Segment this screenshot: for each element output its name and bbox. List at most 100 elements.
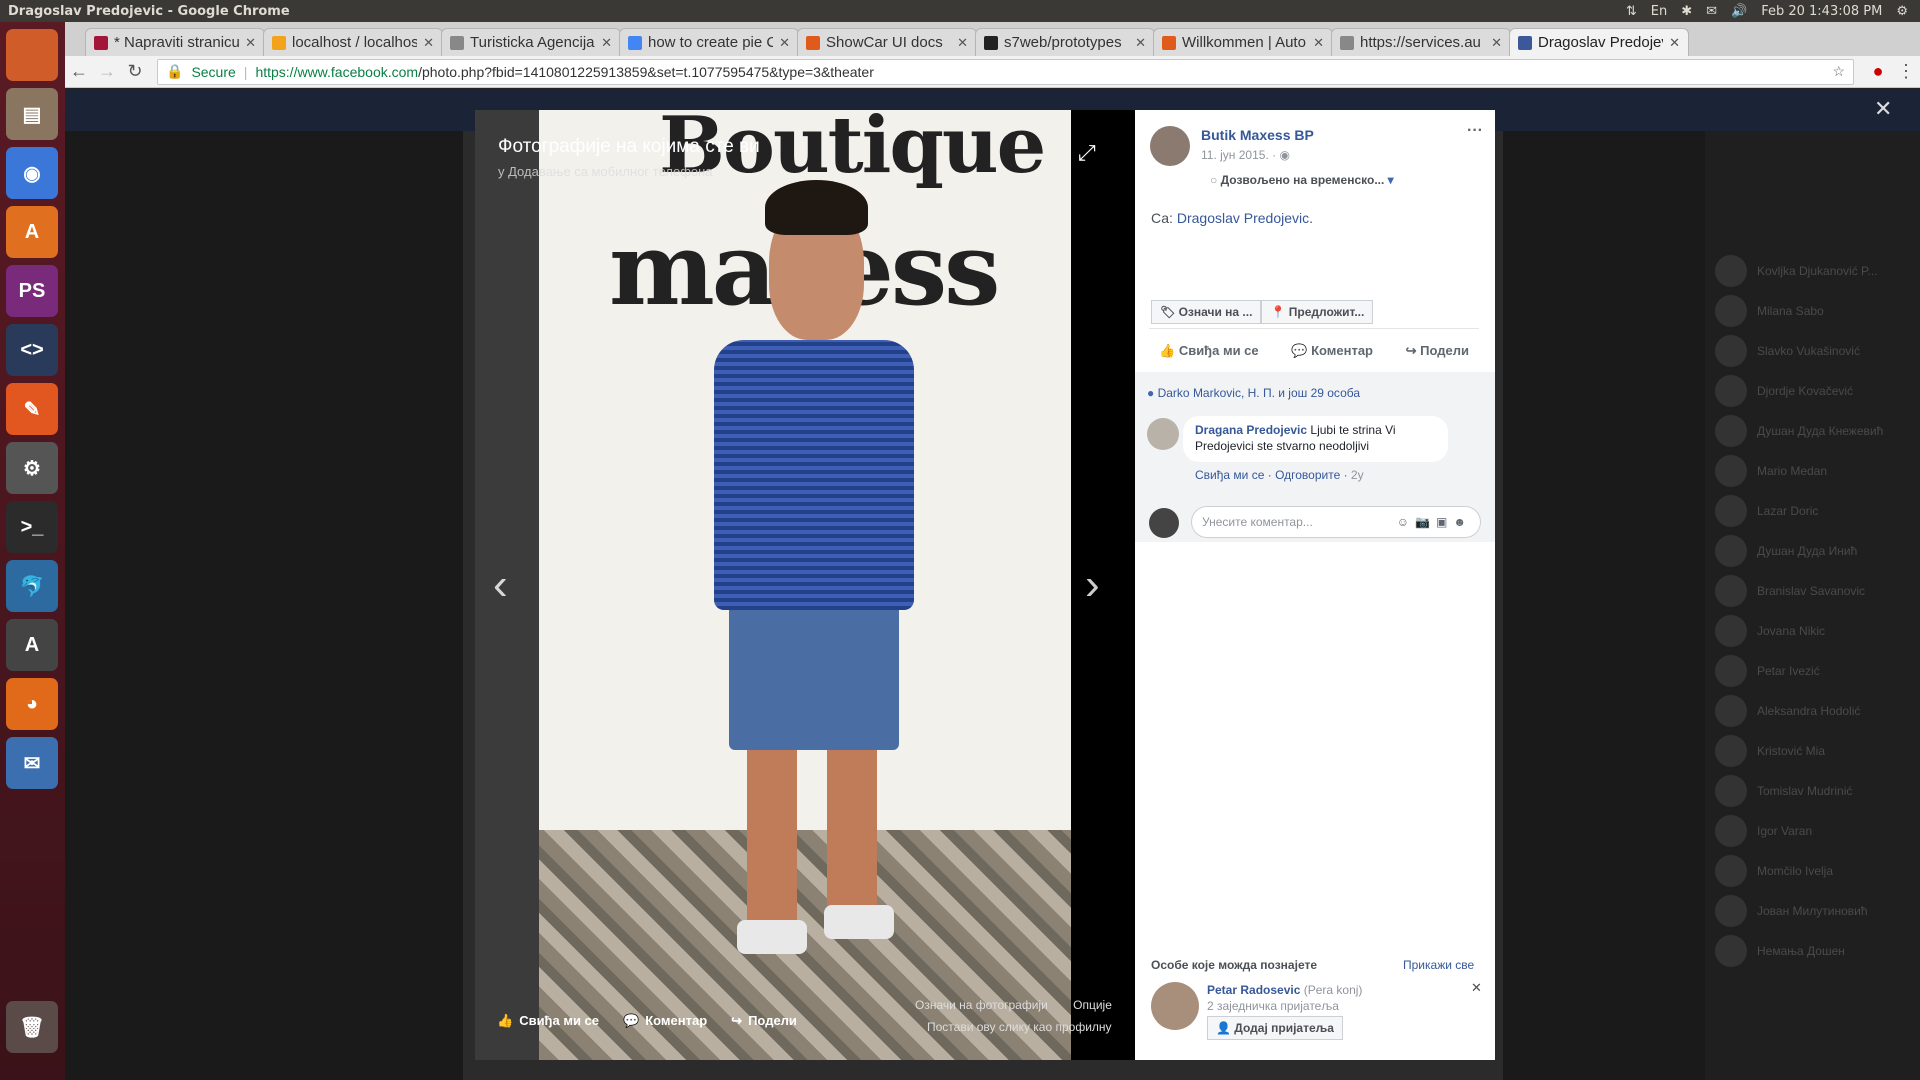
browser-tab[interactable]: localhost / localhost ✕ (263, 28, 443, 56)
thunderbird-icon[interactable]: ✉ (6, 737, 58, 789)
share-button[interactable]: ↪ Подели (1406, 343, 1469, 359)
tab-close-icon[interactable]: ✕ (1669, 35, 1680, 51)
star-icon[interactable]: ☆ (1832, 63, 1853, 80)
contact-item[interactable]: Branislav Savanovic (1705, 571, 1920, 611)
contact-item[interactable]: Petar Ivezić (1705, 651, 1920, 691)
firefox-icon[interactable]: ◕ (6, 678, 58, 730)
browser-tab[interactable]: * Napraviti stranicu ✕ (85, 28, 265, 56)
workbench-icon[interactable]: 🐬 (6, 560, 58, 612)
power-icon[interactable]: ⚙ (1896, 4, 1908, 19)
mutual-friends-count[interactable]: 2 заједничка пријатеља (1207, 999, 1339, 1013)
network-icon[interactable]: ⇅ (1626, 4, 1637, 19)
contact-item[interactable]: Milana Sabo (1705, 291, 1920, 331)
sticker-icon[interactable]: ☻ (1453, 515, 1472, 529)
prev-photo-icon[interactable]: ‹ (493, 560, 508, 610)
tag-photo-link[interactable]: Означи на фотографији (915, 998, 1048, 1012)
contact-item[interactable]: Немања Дошен (1705, 931, 1920, 971)
contact-item[interactable]: Душан Дуда Инић (1705, 531, 1920, 571)
suggest-location-button[interactable]: 📍 Предложит... (1261, 300, 1374, 324)
like-button[interactable]: 👍 Свиђа ми се (1159, 343, 1259, 359)
photo-like-button[interactable]: 👍 Свиђа ми се (497, 1013, 599, 1029)
code-editor-icon[interactable]: <> (6, 324, 58, 376)
contact-item[interactable]: Kristović Mia (1705, 731, 1920, 771)
contact-item[interactable]: Igor Varan (1705, 811, 1920, 851)
make-profile-link[interactable]: Постави ову слику као профилну (927, 1020, 1112, 1034)
contact-item[interactable]: Kovljka Djukanović P... (1705, 251, 1920, 291)
tab-close-icon[interactable]: ✕ (1313, 35, 1324, 51)
add-friend-button[interactable]: 👤 Додај пријатеља (1207, 1016, 1343, 1040)
photo-comment-button[interactable]: 💬 Коментар (623, 1013, 707, 1029)
gif-icon[interactable]: ▣ (1436, 515, 1453, 529)
forward-icon[interactable]: → (93, 61, 121, 82)
extension-icon[interactable]: ● (1864, 61, 1892, 82)
tab-close-icon[interactable]: ✕ (779, 35, 790, 51)
tab-close-icon[interactable]: ✕ (601, 35, 612, 51)
contact-item[interactable]: Djordje Kovačević (1705, 371, 1920, 411)
page-name-link[interactable]: Butik Maxess BP (1201, 127, 1314, 143)
album-title[interactable]: Фотографије на којима сте ви (498, 136, 760, 158)
web-tool-icon[interactable]: ✎ (6, 383, 58, 435)
likers-summary[interactable]: ● Darko Markovic, Н. П. и још 29 особа (1147, 386, 1360, 400)
back-icon[interactable]: ← (65, 61, 93, 82)
contact-item[interactable]: Jovana Nikic (1705, 611, 1920, 651)
files-icon[interactable]: ▤ (6, 88, 58, 140)
browser-tab[interactable]: Dragoslav Predojev ✕ (1509, 28, 1689, 56)
tab-close-icon[interactable]: ✕ (245, 35, 256, 51)
mail-icon[interactable]: ✉ (1706, 4, 1717, 19)
tab-close-icon[interactable]: ✕ (957, 35, 968, 51)
menu-icon[interactable]: ⋮ (1892, 61, 1920, 82)
close-viewer-icon[interactable]: ✕ (1874, 96, 1892, 122)
camera-icon[interactable]: 📷 (1415, 515, 1436, 529)
photo-image[interactable]: Boutique maxess (539, 110, 1071, 1060)
tagged-person-link[interactable]: Dragoslav Predojevic (1177, 210, 1309, 226)
trash-icon[interactable]: 🗑 (6, 1001, 58, 1053)
comment-reply-link[interactable]: Одговорите (1275, 468, 1340, 482)
software-center-icon[interactable]: A (6, 206, 58, 258)
url-field[interactable]: 🔒 Secure | https://www.facebook.com/phot… (157, 58, 1854, 85)
settings-icon[interactable]: ⚙ (6, 442, 58, 494)
photo-share-button[interactable]: ↪ Подели (731, 1013, 797, 1029)
contact-item[interactable]: Momčilo Ivelja (1705, 851, 1920, 891)
contact-item[interactable]: Lazar Doric (1705, 491, 1920, 531)
terminal-icon[interactable]: >_ (6, 501, 58, 553)
keyboard-indicator[interactable]: En (1651, 4, 1667, 19)
more-options-icon[interactable]: ··· (1467, 122, 1483, 140)
comment-button[interactable]: 💬 Коментар (1291, 343, 1373, 359)
contact-item[interactable]: Tomislav Mudrinić (1705, 771, 1920, 811)
contact-item[interactable]: Aleksandra Hodolić (1705, 691, 1920, 731)
post-date[interactable]: 11. јун 2015. · ◉ (1201, 148, 1290, 162)
contact-item[interactable]: Душан Дуда Кнежевић (1705, 411, 1920, 451)
contact-item[interactable]: Slavko Vukašinović (1705, 331, 1920, 371)
browser-tab[interactable]: s7web/prototypes ✕ (975, 28, 1155, 56)
emoji-icon[interactable]: ☺ (1397, 515, 1415, 529)
suggested-friend-name[interactable]: Petar Radosevic (Pera konj) (1207, 983, 1362, 997)
commenter-avatar[interactable] (1147, 418, 1179, 450)
next-photo-icon[interactable]: › (1085, 560, 1100, 610)
browser-tab[interactable]: https://services.au ✕ (1331, 28, 1511, 56)
contact-item[interactable]: Јован Милутиновић (1705, 891, 1920, 931)
updater-icon[interactable]: A (6, 619, 58, 671)
tab-close-icon[interactable]: ✕ (1135, 35, 1146, 51)
suggested-friend-avatar[interactable] (1151, 982, 1199, 1030)
reload-icon[interactable]: ↻ (121, 61, 149, 82)
bluetooth-icon[interactable]: ✱ (1681, 4, 1692, 19)
clock[interactable]: Feb 20 1:43:08 PM (1761, 4, 1882, 19)
tag-button[interactable]: 🏷 Означи на ... (1151, 300, 1262, 324)
page-avatar[interactable] (1150, 126, 1190, 166)
browser-tab[interactable]: Turisticka Agencija ✕ (441, 28, 621, 56)
pymk-see-all-link[interactable]: Прикажи све (1403, 958, 1474, 972)
comment-input[interactable]: Унесите коментар... ☺📷▣☻ (1191, 506, 1481, 538)
tab-close-icon[interactable]: ✕ (1491, 35, 1502, 51)
browser-tab[interactable]: ShowCar UI docs ✕ (797, 28, 977, 56)
comment-age[interactable]: 2y (1351, 468, 1364, 482)
browser-tab[interactable]: Willkommen | Auto ✕ (1153, 28, 1333, 56)
volume-icon[interactable]: 🔊 (1731, 4, 1747, 19)
phpstorm-icon[interactable]: PS (6, 265, 58, 317)
timeline-permission[interactable]: ○ Дозвољено на временско... ▾ (1210, 173, 1394, 187)
tab-close-icon[interactable]: ✕ (423, 35, 434, 51)
options-link[interactable]: Опције (1073, 998, 1112, 1012)
dismiss-suggestion-icon[interactable]: ✕ (1471, 980, 1482, 996)
browser-tab[interactable]: how to create pie C ✕ (619, 28, 799, 56)
comment-author-link[interactable]: Dragana Predojevic (1195, 423, 1307, 437)
comment-like-link[interactable]: Свиђа ми се (1195, 468, 1264, 482)
